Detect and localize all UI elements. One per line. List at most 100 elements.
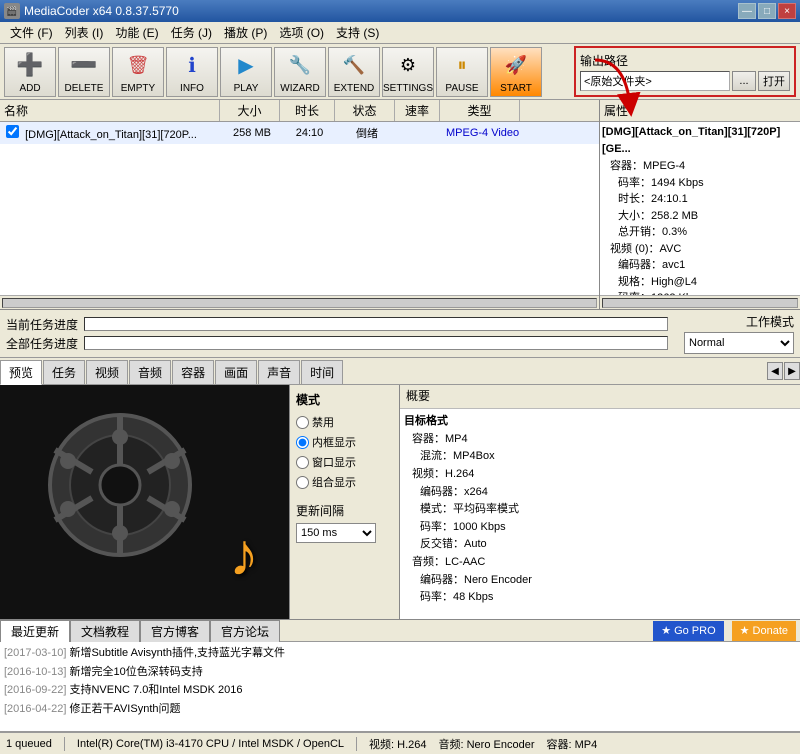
add-button[interactable]: ➕ ADD xyxy=(4,47,56,97)
news-section: 最近更新 文档教程 官方博客 官方论坛 ★ Go PRO ★ Donate xyxy=(0,620,800,642)
delete-button[interactable]: ➖ DELETE xyxy=(58,47,110,97)
minimize-button[interactable]: — xyxy=(738,3,756,19)
pause-icon: ⏸ xyxy=(446,49,478,81)
summary-aencoder: 编码器：Nero Encoder xyxy=(404,572,796,590)
horizontal-scrollbar[interactable] xyxy=(0,295,599,309)
props-item-vencoder: 编码器：avc1 xyxy=(602,257,798,274)
props-item-duration: 时长：24:10.1 xyxy=(602,191,798,208)
work-mode-select[interactable]: Normal Batch Server xyxy=(684,332,794,354)
properties-filename: [DMG][Attack_on_Titan][31][720P][GE... xyxy=(602,124,798,157)
app-icon: 🎬 xyxy=(4,3,20,19)
donate-star-icon: ★ xyxy=(740,624,750,637)
current-progress-row: 当前任务进度 xyxy=(6,316,668,333)
props-item-vprofile: 规格：High@L4 xyxy=(602,274,798,291)
settings-button[interactable]: ⚙ SETTINGS xyxy=(382,47,434,97)
news-text-1: 新增完全10位色深转码支持 xyxy=(69,666,202,678)
col-header-duration: 时长 xyxy=(280,100,335,121)
mode-disabled[interactable]: 禁用 xyxy=(296,414,393,430)
status-queue: 1 queued xyxy=(6,738,52,750)
menu-task[interactable]: 任务 (J) xyxy=(165,22,218,43)
news-date-2: [2016-09-22] xyxy=(4,684,66,696)
col-header-status: 状态 xyxy=(335,100,395,121)
info-button[interactable]: ℹ INFO xyxy=(166,47,218,97)
mode-combo[interactable]: 组合显示 xyxy=(296,474,393,490)
menu-list[interactable]: 列表 (I) xyxy=(59,22,110,43)
mode-disabled-label: 禁用 xyxy=(312,414,334,430)
output-path-input[interactable] xyxy=(580,71,730,91)
menu-file[interactable]: 文件 (F) xyxy=(4,22,59,43)
current-progress-bar xyxy=(84,317,668,331)
status-cpu: Intel(R) Core(TM) i3-4170 CPU / Intel MS… xyxy=(77,738,344,750)
tab-picture[interactable]: 画面 xyxy=(215,360,257,384)
file-size-cell: 258 MB xyxy=(222,126,282,140)
info-icon: ℹ xyxy=(176,49,208,81)
window-title: MediaCoder x64 0.8.37.5770 xyxy=(24,4,179,18)
table-row[interactable]: [DMG][Attack_on_Titan][31][720P... 258 M… xyxy=(0,122,599,144)
preview-panel: ♪ xyxy=(0,385,290,619)
tab-next-button[interactable]: ▶ xyxy=(784,362,800,380)
scrollbar-track[interactable] xyxy=(2,298,597,308)
tab-video[interactable]: 视频 xyxy=(86,360,128,384)
news-tab-docs[interactable]: 文档教程 xyxy=(70,620,140,642)
toolbar: ➕ ADD ➖ DELETE 🗑 EMPTY ℹ INFO ▶ PLAY 🔧 W… xyxy=(0,44,800,100)
extend-label: EXTEND xyxy=(334,83,375,94)
delete-label: DELETE xyxy=(65,83,104,94)
col-header-type: 类型 xyxy=(440,100,520,121)
wizard-button[interactable]: 🔧 WIZARD xyxy=(274,47,326,97)
current-progress-label: 当前任务进度 xyxy=(6,316,78,333)
props-item-video: 视频 (0)：AVC xyxy=(602,241,798,258)
news-tab-forum[interactable]: 官方论坛 xyxy=(210,620,280,642)
tab-container[interactable]: 容器 xyxy=(172,360,214,384)
add-icon: ➕ xyxy=(14,49,46,81)
mode-inframe[interactable]: 内框显示 xyxy=(296,434,393,450)
summary-audio: 音频：LC-AAC xyxy=(404,554,796,572)
browse-button[interactable]: ... xyxy=(732,71,756,91)
tab-audio[interactable]: 音频 xyxy=(129,360,171,384)
update-interval-select[interactable]: 50 ms 100 ms 150 ms 500 ms 1000 ms xyxy=(296,523,376,543)
file-duration-cell: 24:10 xyxy=(282,126,337,140)
menu-function[interactable]: 功能 (E) xyxy=(109,22,164,43)
properties-content: [DMG][Attack_on_Titan][31][720P][GE... 容… xyxy=(600,122,800,295)
file-list-scroll[interactable]: [DMG][Attack_on_Titan][31][720P... 258 M… xyxy=(0,122,599,295)
news-text-0: 新增Subtitle Avisynth插件,支持蓝光字幕文件 xyxy=(69,647,285,659)
main-content: 名称 大小 时长 状态 速率 类型 [DMG][Attack_on_Titan]… xyxy=(0,100,800,310)
close-button[interactable]: × xyxy=(778,3,796,19)
pause-button[interactable]: ⏸ PAUSE xyxy=(436,47,488,97)
menu-options[interactable]: 选项 (O) xyxy=(273,22,330,43)
open-folder-button[interactable]: 打开 xyxy=(758,71,790,91)
extend-button[interactable]: 🔨 EXTEND xyxy=(328,47,380,97)
news-list[interactable]: [2017-03-10] 新增Subtitle Avisynth插件,支持蓝光字… xyxy=(0,642,800,732)
mode-window[interactable]: 窗口显示 xyxy=(296,454,393,470)
tab-time[interactable]: 时间 xyxy=(301,360,343,384)
summary-muxer: 混流：MP4Box xyxy=(404,448,796,466)
add-label: ADD xyxy=(19,83,40,94)
status-audio: 音频: Nero Encoder xyxy=(439,736,535,752)
progress-section: 当前任务进度 全部任务进度 工作模式 Normal Batch Server xyxy=(0,310,800,358)
file-checkbox[interactable] xyxy=(6,125,19,138)
tab-sound[interactable]: 声音 xyxy=(258,360,300,384)
title-bar: 🎬 MediaCoder x64 0.8.37.5770 — □ × xyxy=(0,0,800,22)
maximize-button[interactable]: □ xyxy=(758,3,776,19)
summary-target-label: 目标格式 xyxy=(404,413,796,431)
donate-button[interactable]: ★ Donate xyxy=(732,621,796,641)
start-button[interactable]: 🚀 START xyxy=(490,47,542,97)
list-item: [2016-04-22] 修正若干AVISynth问题 xyxy=(4,700,796,719)
tab-preview[interactable]: 预览 xyxy=(0,360,42,385)
pause-label: PAUSE xyxy=(445,83,478,94)
empty-icon: 🗑 xyxy=(122,49,154,81)
empty-button[interactable]: 🗑 EMPTY xyxy=(112,47,164,97)
news-tab-blog[interactable]: 官方博客 xyxy=(140,620,210,642)
news-tab-recent[interactable]: 最近更新 xyxy=(0,620,70,642)
gopro-button[interactable]: ★ Go PRO xyxy=(653,621,723,641)
output-path-box: 输出路径 ... 打开 xyxy=(574,46,796,97)
empty-label: EMPTY xyxy=(121,83,155,94)
news-date-3: [2016-04-22] xyxy=(4,703,66,715)
tab-prev-button[interactable]: ◀ xyxy=(767,362,783,380)
menu-support[interactable]: 支持 (S) xyxy=(330,22,385,43)
list-item: [2016-09-22] 支持NVENC 7.0和Intel MSDK 2016 xyxy=(4,681,796,700)
props-scrollbar[interactable] xyxy=(600,295,800,309)
tab-task[interactable]: 任务 xyxy=(43,360,85,384)
play-button[interactable]: ▶ PLAY xyxy=(220,47,272,97)
menu-play[interactable]: 播放 (P) xyxy=(218,22,273,43)
props-item-bitrate: 码率：1494 Kbps xyxy=(602,175,798,192)
